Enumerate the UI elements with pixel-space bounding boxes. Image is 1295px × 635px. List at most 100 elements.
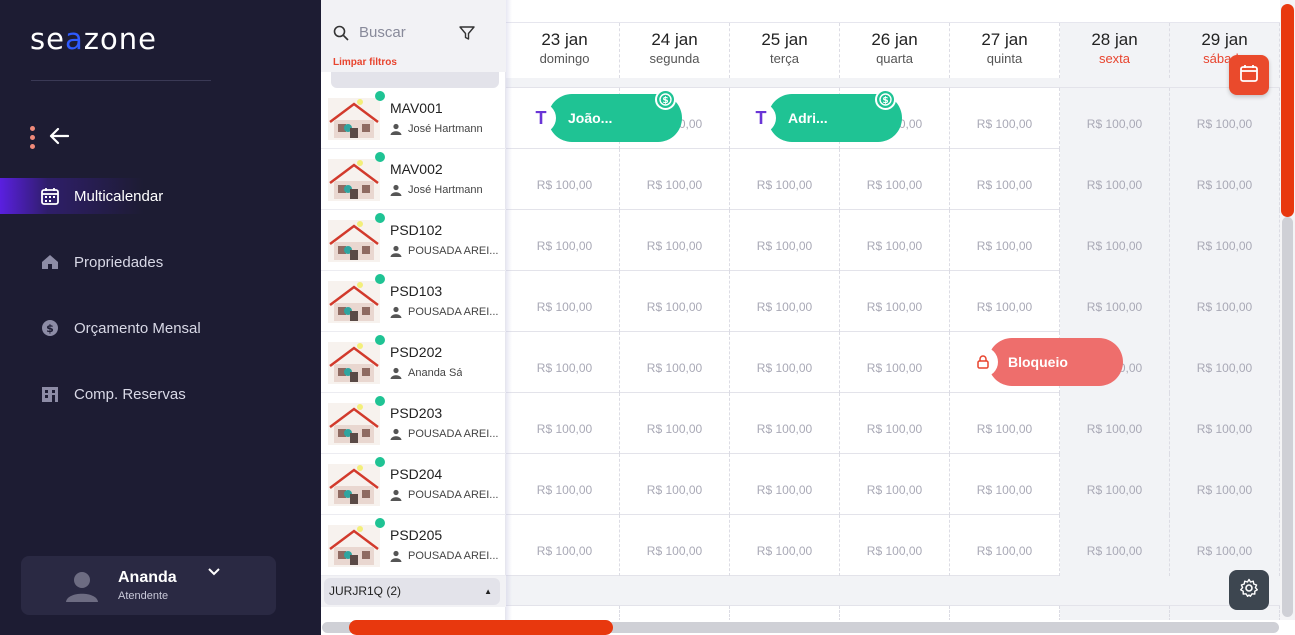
price-cell[interactable] <box>620 606 730 620</box>
price-cell[interactable]: R$ 100,00 <box>840 149 950 210</box>
calendar-row: R$ 100,00R$ 100,00R$ 100,00R$ 100,00R$ 1… <box>506 149 1280 210</box>
property-row[interactable]: MAV001 José Hartmann <box>321 88 506 149</box>
filter-icon[interactable] <box>459 25 475 46</box>
gear-icon <box>1239 578 1259 603</box>
price-cell[interactable]: R$ 100,00 <box>950 88 1060 149</box>
price-cell[interactable]: R$ 100,00 <box>730 332 840 393</box>
property-row[interactable]: PSD204 POUSADA AREI... <box>321 454 506 515</box>
price-cell[interactable]: R$ 100,00 <box>1170 454 1280 515</box>
price-cell[interactable] <box>950 606 1060 620</box>
price-cell[interactable] <box>1060 606 1170 620</box>
status-dot <box>375 213 385 223</box>
price-cell[interactable] <box>840 606 950 620</box>
price-cell[interactable]: R$ 100,00 <box>950 149 1060 210</box>
property-row[interactable]: PSD102 POUSADA AREI... <box>321 210 506 271</box>
price-cell[interactable]: R$ 100,00 <box>730 149 840 210</box>
property-thumbnail <box>328 159 380 201</box>
property-owner: POUSADA AREI... <box>408 489 499 501</box>
booking-adri[interactable]: T Adri... $ <box>746 89 902 142</box>
settings-button[interactable] <box>1229 570 1269 610</box>
horizontal-scrollbar-thumb[interactable] <box>349 620 613 635</box>
price-cell[interactable]: R$ 100,00 <box>620 515 730 576</box>
price-cell[interactable]: R$ 100,00 <box>1060 210 1170 271</box>
price-cell[interactable]: R$ 100,00 <box>840 515 950 576</box>
vertical-scrollbar-thumb[interactable] <box>1281 4 1294 217</box>
price-cell[interactable]: R$ 100,00 <box>1060 515 1170 576</box>
group-header-collapsed[interactable] <box>331 72 499 88</box>
price-cell[interactable]: R$ 100,00 <box>1060 393 1170 454</box>
price-cell[interactable]: R$ 100,00 <box>840 393 950 454</box>
price-cell[interactable] <box>730 606 840 620</box>
price-cell[interactable]: R$ 100,00 <box>510 332 620 393</box>
search-input[interactable] <box>359 24 459 41</box>
date-picker-button[interactable] <box>1229 55 1269 95</box>
price-cell[interactable]: R$ 100,00 <box>950 393 1060 454</box>
channel-badge: T <box>746 103 776 133</box>
price-cell[interactable]: R$ 100,00 <box>1060 149 1170 210</box>
sidebar-item-multicalendar[interactable]: Multicalendar <box>0 178 321 214</box>
price-cell[interactable]: R$ 100,00 <box>1170 149 1280 210</box>
price-cell[interactable]: R$ 100,00 <box>510 393 620 454</box>
price-cell[interactable]: R$ 100,00 <box>620 271 730 332</box>
search-bar: Limpar filtros <box>321 0 506 72</box>
price-cell[interactable]: R$ 100,00 <box>1060 88 1170 149</box>
property-thumbnail <box>328 464 380 506</box>
price-cell[interactable]: R$ 100,00 <box>840 210 950 271</box>
price-cell[interactable]: R$ 100,00 <box>620 210 730 271</box>
price-cell[interactable] <box>510 606 620 620</box>
booking-joao[interactable]: T João... $ <box>526 89 682 142</box>
price-cell[interactable]: R$ 100,00 <box>620 332 730 393</box>
chevron-down-icon[interactable] <box>208 564 220 579</box>
price-cell[interactable]: R$ 100,00 <box>840 332 950 393</box>
price-cell[interactable]: R$ 100,00 <box>730 515 840 576</box>
property-code: PSD204 <box>390 466 443 482</box>
price-cell[interactable]: R$ 100,00 <box>730 393 840 454</box>
price-cell[interactable]: R$ 100,00 <box>730 271 840 332</box>
price-cell[interactable]: R$ 100,00 <box>840 454 950 515</box>
price-cell[interactable]: R$ 100,00 <box>510 149 620 210</box>
price-cell[interactable]: R$ 100,00 <box>1060 454 1170 515</box>
day-header: 25 jan terça <box>730 23 840 78</box>
svg-text:$: $ <box>662 96 668 106</box>
calendar-row: R$ 100,00R$ 100,00R$ 100,00R$ 100,00R$ 1… <box>506 454 1280 515</box>
price-cell[interactable]: R$ 100,00 <box>950 454 1060 515</box>
price-cell[interactable]: R$ 100,00 <box>1060 271 1170 332</box>
price-cell[interactable]: R$ 100,00 <box>950 515 1060 576</box>
sidebar-item-comp-reservas[interactable]: Comp. Reservas <box>0 376 321 412</box>
day-date: 29 jan <box>1201 30 1248 49</box>
day-date: 23 jan <box>541 30 588 49</box>
user-menu[interactable]: Ananda Atendente <box>21 556 276 615</box>
price-cell[interactable]: R$ 100,00 <box>730 454 840 515</box>
price-cell[interactable]: R$ 100,00 <box>950 271 1060 332</box>
property-row[interactable]: PSD205 POUSADA AREI... <box>321 515 506 576</box>
property-row[interactable]: MAV002 José Hartmann <box>321 149 506 210</box>
price-cell[interactable]: R$ 100,00 <box>1170 393 1280 454</box>
price-cell[interactable]: R$ 100,00 <box>1170 210 1280 271</box>
property-row[interactable]: PSD202 Ananda Sá <box>321 332 506 393</box>
property-row[interactable]: PSD203 POUSADA AREI... <box>321 393 506 454</box>
day-weekday: domingo <box>539 51 590 66</box>
clear-filters-link[interactable]: Limpar filtros <box>333 57 397 68</box>
group-toggle[interactable]: JURJR1Q (2) ▲ <box>324 578 500 605</box>
price-cell[interactable]: R$ 100,00 <box>730 210 840 271</box>
price-cell[interactable]: R$ 100,00 <box>840 271 950 332</box>
price-cell[interactable]: R$ 100,00 <box>620 393 730 454</box>
price-cell[interactable]: R$ 100,00 <box>620 454 730 515</box>
price-cell[interactable]: R$ 100,00 <box>510 271 620 332</box>
calendar-row: R$ 100,00R$ 100,00R$ 100,00R$ 100,00R$ 1… <box>506 393 1280 454</box>
price-cell[interactable]: R$ 100,00 <box>1170 271 1280 332</box>
price-cell[interactable]: R$ 100,00 <box>1170 515 1280 576</box>
price-cell[interactable]: R$ 100,00 <box>510 454 620 515</box>
block-bloqueio[interactable]: Bloqueio <box>968 338 1123 386</box>
sidebar-item-orcamento-mensal[interactable]: $ Orçamento Mensal <box>0 310 321 346</box>
seazone-logo[interactable]: seazone <box>30 22 157 56</box>
property-row[interactable]: PSD103 POUSADA AREI... <box>321 271 506 332</box>
collapse-sidebar-button[interactable] <box>30 126 70 149</box>
price-cell[interactable]: R$ 100,00 <box>510 210 620 271</box>
price-cell[interactable]: R$ 100,00 <box>950 210 1060 271</box>
price-cell[interactable]: R$ 100,00 <box>1170 332 1280 393</box>
price-cell[interactable]: R$ 100,00 <box>510 515 620 576</box>
price-cell[interactable]: R$ 100,00 <box>1170 88 1280 149</box>
price-cell[interactable]: R$ 100,00 <box>620 149 730 210</box>
sidebar-item-propriedades[interactable]: Propriedades <box>0 244 321 280</box>
